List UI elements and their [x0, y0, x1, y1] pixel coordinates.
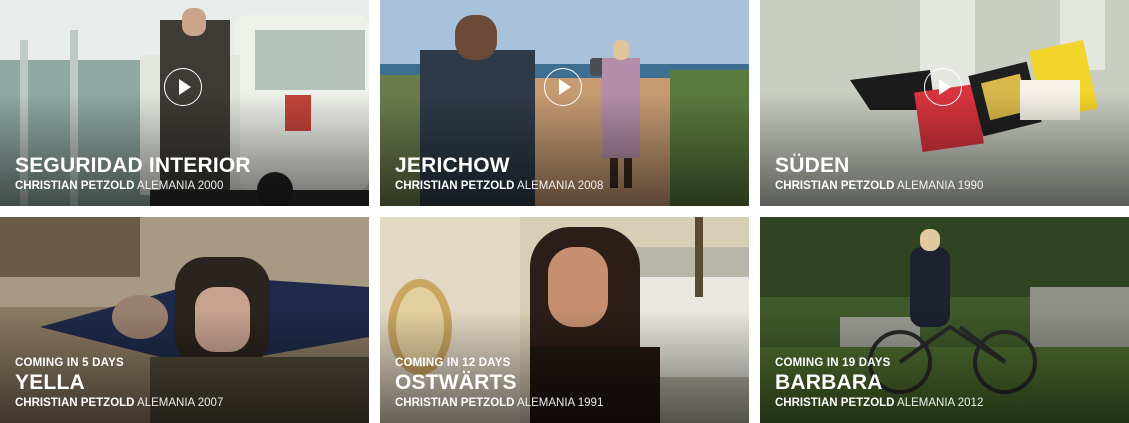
- coming-soon-label: COMING IN 5 DAYS: [15, 357, 124, 369]
- film-tile-ostwarts[interactable]: COMING IN 12 DAYS OSTWÄRTS CHRISTIAN PET…: [380, 217, 749, 423]
- film-title: JERICHOW: [395, 154, 510, 177]
- film-director: CHRISTIAN PETZOLD: [395, 180, 515, 192]
- film-director: CHRISTIAN PETZOLD: [775, 180, 895, 192]
- film-country-year: ALEMANIA 1991: [517, 397, 604, 409]
- film-title: BARBARA: [775, 371, 883, 394]
- film-meta: CHRISTIAN PETZOLD ALEMANIA 1991: [395, 396, 603, 410]
- film-caption: SÜDEN CHRISTIAN PETZOLD ALEMANIA 1990: [775, 154, 983, 193]
- film-tile-yella[interactable]: COMING IN 5 DAYS YELLA CHRISTIAN PETZOLD…: [0, 217, 369, 423]
- coming-soon-label: COMING IN 12 DAYS: [395, 357, 511, 369]
- coming-soon-label: COMING IN 19 DAYS: [775, 357, 891, 369]
- film-title: OSTWÄRTS: [395, 371, 517, 394]
- film-title: SÜDEN: [775, 154, 850, 177]
- film-meta: CHRISTIAN PETZOLD ALEMANIA 2007: [15, 396, 223, 410]
- film-grid: SEGURIDAD INTERIOR CHRISTIAN PETZOLD ALE…: [0, 0, 1129, 423]
- film-tile-jerichow[interactable]: JERICHOW CHRISTIAN PETZOLD ALEMANIA 2008: [380, 0, 749, 206]
- film-meta: CHRISTIAN PETZOLD ALEMANIA 2008: [395, 179, 603, 193]
- film-meta: CHRISTIAN PETZOLD ALEMANIA 2012: [775, 396, 983, 410]
- film-meta: CHRISTIAN PETZOLD ALEMANIA 1990: [775, 179, 983, 193]
- film-director: CHRISTIAN PETZOLD: [15, 180, 135, 192]
- film-title: SEGURIDAD INTERIOR: [15, 154, 251, 177]
- film-country-year: ALEMANIA 2007: [137, 397, 224, 409]
- film-title: YELLA: [15, 371, 85, 394]
- film-caption: COMING IN 5 DAYS YELLA CHRISTIAN PETZOLD…: [15, 357, 223, 410]
- film-country-year: ALEMANIA 1990: [897, 180, 984, 192]
- film-caption: COMING IN 12 DAYS OSTWÄRTS CHRISTIAN PET…: [395, 357, 603, 410]
- film-caption: JERICHOW CHRISTIAN PETZOLD ALEMANIA 2008: [395, 154, 603, 193]
- play-circle-icon[interactable]: [924, 68, 962, 106]
- film-caption: COMING IN 19 DAYS BARBARA CHRISTIAN PETZ…: [775, 357, 983, 410]
- film-country-year: ALEMANIA 2000: [137, 180, 224, 192]
- film-caption: SEGURIDAD INTERIOR CHRISTIAN PETZOLD ALE…: [15, 154, 251, 193]
- film-director: CHRISTIAN PETZOLD: [775, 397, 895, 409]
- film-tile-barbara[interactable]: COMING IN 19 DAYS BARBARA CHRISTIAN PETZ…: [760, 217, 1129, 423]
- film-director: CHRISTIAN PETZOLD: [15, 397, 135, 409]
- play-circle-icon[interactable]: [544, 68, 582, 106]
- film-country-year: ALEMANIA 2012: [897, 397, 984, 409]
- film-director: CHRISTIAN PETZOLD: [395, 397, 515, 409]
- film-tile-suden[interactable]: SÜDEN CHRISTIAN PETZOLD ALEMANIA 1990: [760, 0, 1129, 206]
- play-circle-icon[interactable]: [164, 68, 202, 106]
- film-country-year: ALEMANIA 2008: [517, 180, 604, 192]
- film-meta: CHRISTIAN PETZOLD ALEMANIA 2000: [15, 179, 251, 193]
- film-tile-seguridad-interior[interactable]: SEGURIDAD INTERIOR CHRISTIAN PETZOLD ALE…: [0, 0, 369, 206]
